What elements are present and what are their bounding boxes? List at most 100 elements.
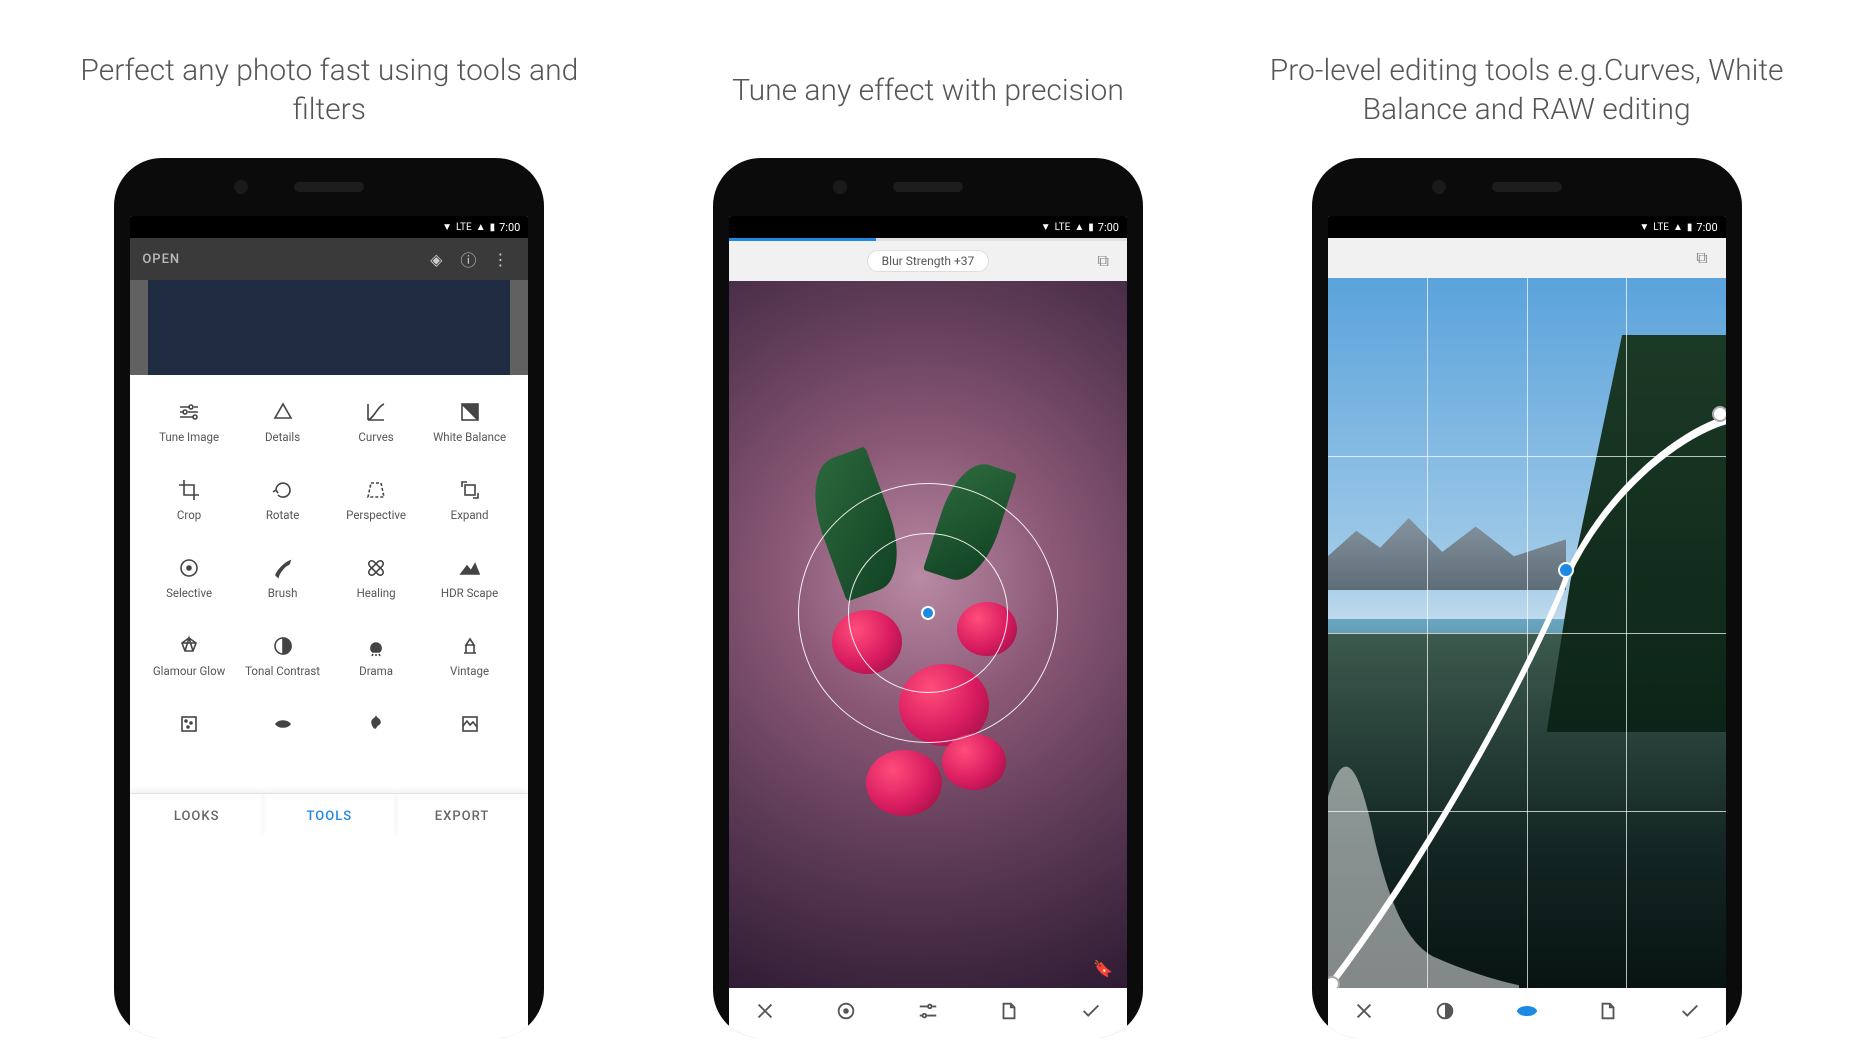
tool-pop[interactable] [423, 709, 517, 787]
healing-icon [364, 553, 388, 583]
grunge-icon [364, 709, 388, 739]
status-bar: ▼ LTE ▲ ▮ 7:00 [130, 216, 528, 238]
tool-healing[interactable]: Healing [329, 553, 423, 631]
tool-crop[interactable]: Crop [142, 475, 236, 553]
tool-expand[interactable]: Expand [423, 475, 517, 553]
perspective-icon [364, 475, 388, 505]
app-topbar: OPEN ◈ ⓘ ⋮ [130, 238, 528, 280]
tune-image-icon [177, 397, 201, 427]
lte-label: LTE [1055, 222, 1071, 233]
status-bar: ▼ LTE ▲ ▮ 7:00 [729, 216, 1127, 238]
signal-icon: ▲ [1673, 222, 1683, 233]
tool-hdr-scape[interactable]: HDR Scape [423, 553, 517, 631]
hdr-scape-icon [458, 553, 482, 583]
glamour-glow-icon [177, 631, 201, 661]
status-bar: ▼ LTE ▲ ▮ 7:00 [1328, 216, 1726, 238]
curve-node-shadow[interactable] [1328, 976, 1340, 988]
phone-frame-1: ▼ LTE ▲ ▮ 7:00 OPEN ◈ ⓘ ⋮ [114, 158, 544, 1038]
panel-tools: Perfect any photo fast using tools and f… [59, 30, 599, 1038]
blur-shape-icon[interactable] [822, 1000, 870, 1026]
tool-details[interactable]: Details [236, 397, 330, 475]
open-button[interactable]: OPEN [142, 252, 420, 267]
expand-icon [458, 475, 482, 505]
photo-preview [148, 280, 510, 375]
tool-tonal-contrast[interactable]: Tonal Contrast [236, 631, 330, 709]
channel-eye-icon[interactable] [1503, 1000, 1551, 1026]
styles-icon[interactable] [985, 1000, 1033, 1026]
tab-tools[interactable]: TOOLS [263, 794, 396, 839]
signal-icon: ▲ [1074, 222, 1084, 233]
tool-perspective[interactable]: Perspective [329, 475, 423, 553]
lte-label: LTE [1653, 222, 1669, 233]
wifi-icon: ▼ [442, 222, 452, 233]
battery-icon: ▮ [1088, 222, 1094, 233]
edit-toolbar [729, 988, 1127, 1038]
battery-icon: ▮ [1687, 222, 1693, 233]
styles-icon[interactable] [1584, 1000, 1632, 1026]
selective-icon [177, 553, 201, 583]
rotate-icon [271, 475, 295, 505]
caption-2: Tune any effect with precision [732, 30, 1124, 150]
effect-chip[interactable]: Blur Strength +37 [867, 250, 990, 272]
tool-curves[interactable]: Curves [329, 397, 423, 475]
dimmed-background: OPEN ◈ ⓘ ⋮ [130, 238, 528, 375]
tool-rotate[interactable]: Rotate [236, 475, 330, 553]
curve-node-highlight[interactable] [1712, 406, 1726, 422]
clock: 7:00 [1696, 221, 1717, 234]
compare-icon[interactable]: ⧉ [1696, 248, 1707, 268]
signal-icon: ▲ [476, 222, 486, 233]
panel-precision: Tune any effect with precision ▼ LTE ▲ ▮… [658, 30, 1198, 1038]
phone-frame-2: ▼ LTE ▲ ▮ 7:00 Blur Strength +37 ⧉ [713, 158, 1143, 1038]
more-icon[interactable]: ⋮ [484, 250, 516, 269]
tool-drama[interactable]: Drama [329, 631, 423, 709]
lte-label: LTE [456, 222, 472, 233]
photo-canvas[interactable] [1328, 278, 1726, 988]
panel-pro: Pro-level editing tools e.g.Curves, Whit… [1257, 30, 1797, 1038]
wifi-icon: ▼ [1639, 222, 1649, 233]
crop-icon [177, 475, 201, 505]
tool-retrolux[interactable] [236, 709, 330, 787]
wifi-icon: ▼ [1041, 222, 1051, 233]
curves-icon [364, 397, 388, 427]
photo-canvas[interactable]: 🔖 [729, 281, 1127, 988]
tab-export[interactable]: EXPORT [396, 794, 529, 839]
compare-icon[interactable]: ⧉ [1098, 251, 1109, 271]
tool-grainy-film[interactable] [142, 709, 236, 787]
tool-vintage[interactable]: Vintage [423, 631, 517, 709]
tool-tune-image[interactable]: Tune Image [142, 397, 236, 475]
drama-icon [364, 631, 388, 661]
tool-grunge[interactable] [329, 709, 423, 787]
clock: 7:00 [1098, 221, 1119, 234]
tool-selective[interactable]: Selective [142, 553, 236, 631]
channel-luminance-icon[interactable] [1421, 1000, 1469, 1026]
apply-button[interactable] [1666, 1000, 1714, 1026]
vintage-icon [458, 631, 482, 661]
brush-icon [271, 553, 295, 583]
tab-looks[interactable]: LOOKS [130, 794, 263, 839]
sliders-icon[interactable] [904, 1000, 952, 1026]
tool-glamour-glow[interactable]: Glamour Glow [142, 631, 236, 709]
tool-brush[interactable]: Brush [236, 553, 330, 631]
tools-sheet: Tune Image Details Curves White Bal [130, 375, 528, 1038]
caption-3: Pro-level editing tools e.g.Curves, Whit… [1257, 30, 1797, 150]
battery-icon: ▮ [490, 222, 496, 233]
phone-frame-3: ▼ LTE ▲ ▮ 7:00 ⧉ [1312, 158, 1742, 1038]
edit-toolbar [1328, 988, 1726, 1038]
retrolux-icon [271, 709, 295, 739]
details-icon [271, 397, 295, 427]
cancel-button[interactable] [741, 1000, 789, 1026]
pop-icon [458, 709, 482, 739]
cancel-button[interactable] [1340, 1000, 1388, 1026]
sheet-tabs: LOOKS TOOLS EXPORT [130, 793, 528, 839]
tonal-contrast-icon [271, 631, 295, 661]
clock: 7:00 [499, 221, 520, 234]
white-balance-icon [458, 397, 482, 427]
layers-icon[interactable]: ◈ [420, 250, 452, 269]
tool-white-balance[interactable]: White Balance [423, 397, 517, 475]
apply-button[interactable] [1067, 1000, 1115, 1026]
caption-1: Perfect any photo fast using tools and f… [59, 30, 599, 150]
grainy-film-icon [177, 709, 201, 739]
info-icon[interactable]: ⓘ [452, 247, 484, 271]
curves-line[interactable] [1328, 278, 1726, 988]
bookmark-icon[interactable]: 🔖 [1093, 959, 1113, 978]
